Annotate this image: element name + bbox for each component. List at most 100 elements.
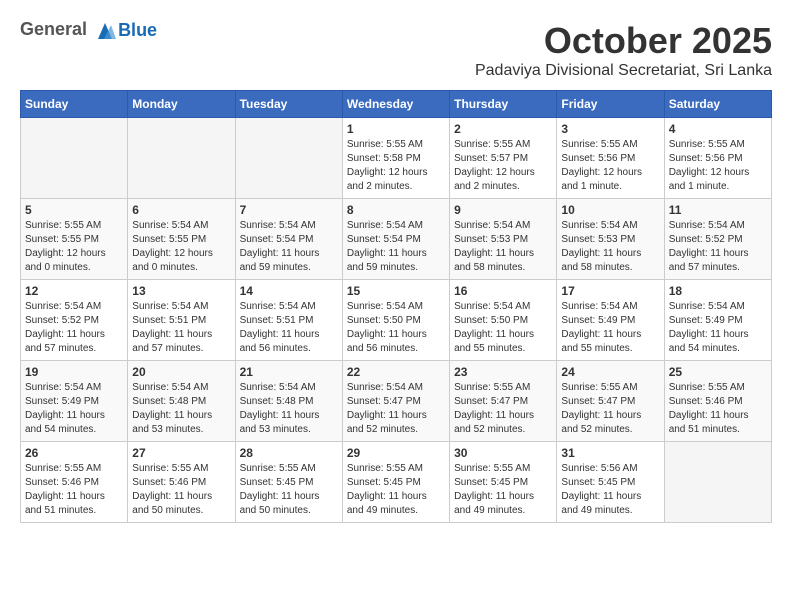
day-number: 17 — [561, 284, 659, 298]
day-number: 2 — [454, 122, 552, 136]
day-info: Sunrise: 5:54 AM Sunset: 5:52 PM Dayligh… — [669, 219, 767, 275]
day-number: 31 — [561, 446, 659, 460]
calendar-cell: 3 Sunrise: 5:55 AM Sunset: 5:56 PM Daylig… — [557, 118, 664, 199]
calendar-cell: 25 Sunrise: 5:55 AM Sunset: 5:46 PM Dayli… — [664, 361, 771, 442]
title-block: October 2025 Padaviya Divisional Secreta… — [475, 20, 772, 80]
day-info: Sunrise: 5:54 AM Sunset: 5:53 PM Dayligh… — [454, 219, 552, 275]
weekday-header: Friday — [557, 91, 664, 118]
calendar-cell — [664, 442, 771, 523]
calendar-header-row: SundayMondayTuesdayWednesdayThursdayFrid… — [21, 91, 772, 118]
calendar-cell: 28 Sunrise: 5:55 AM Sunset: 5:45 PM Dayli… — [235, 442, 342, 523]
logo-general: General — [20, 19, 87, 39]
calendar-week-row: 19 Sunrise: 5:54 AM Sunset: 5:49 PM Dayli… — [21, 361, 772, 442]
calendar-cell: 19 Sunrise: 5:54 AM Sunset: 5:49 PM Dayli… — [21, 361, 128, 442]
calendar-cell: 20Sunrise: 5:54 AM Sunset: 5:48 PM Dayli… — [128, 361, 235, 442]
weekday-header: Saturday — [664, 91, 771, 118]
day-info: Sunrise: 5:54 AM Sunset: 5:49 PM Dayligh… — [561, 300, 659, 356]
day-info: Sunrise: 5:55 AM Sunset: 5:45 PM Dayligh… — [347, 462, 445, 518]
day-number: 22 — [347, 365, 445, 379]
day-number: 10 — [561, 203, 659, 217]
day-number: 20 — [132, 365, 230, 379]
calendar-cell: 23Sunrise: 5:55 AM Sunset: 5:47 PM Dayli… — [450, 361, 557, 442]
day-number: 11 — [669, 203, 767, 217]
weekday-header: Tuesday — [235, 91, 342, 118]
day-number: 3 — [561, 122, 659, 136]
day-info: Sunrise: 5:56 AM Sunset: 5:45 PM Dayligh… — [561, 462, 659, 518]
day-info: Sunrise: 5:55 AM Sunset: 5:47 PM Dayligh… — [561, 381, 659, 437]
calendar-table: SundayMondayTuesdayWednesdayThursdayFrid… — [20, 90, 772, 523]
day-number: 28 — [240, 446, 338, 460]
day-info: Sunrise: 5:54 AM Sunset: 5:51 PM Dayligh… — [132, 300, 230, 356]
calendar-cell: 8 Sunrise: 5:54 AM Sunset: 5:54 PM Daylig… — [342, 199, 449, 280]
day-number: 29 — [347, 446, 445, 460]
calendar-week-row: 26 Sunrise: 5:55 AM Sunset: 5:46 PM Dayli… — [21, 442, 772, 523]
calendar-cell: 6Sunrise: 5:54 AM Sunset: 5:55 PM Daylig… — [128, 199, 235, 280]
day-number: 30 — [454, 446, 552, 460]
day-info: Sunrise: 5:55 AM Sunset: 5:56 PM Dayligh… — [669, 138, 767, 194]
day-info: Sunrise: 5:55 AM Sunset: 5:45 PM Dayligh… — [454, 462, 552, 518]
day-number: 7 — [240, 203, 338, 217]
calendar-cell: 12 Sunrise: 5:54 AM Sunset: 5:52 PM Dayli… — [21, 280, 128, 361]
calendar-cell: 17 Sunrise: 5:54 AM Sunset: 5:49 PM Dayli… — [557, 280, 664, 361]
weekday-header: Sunday — [21, 91, 128, 118]
calendar-cell: 10 Sunrise: 5:54 AM Sunset: 5:53 PM Dayli… — [557, 199, 664, 280]
logo: General Blue — [20, 20, 157, 41]
calendar-cell: 15Sunrise: 5:54 AM Sunset: 5:50 PM Dayli… — [342, 280, 449, 361]
calendar-cell: 2 Sunrise: 5:55 AM Sunset: 5:57 PM Daylig… — [450, 118, 557, 199]
calendar-cell: 18 Sunrise: 5:54 AM Sunset: 5:49 PM Dayli… — [664, 280, 771, 361]
day-info: Sunrise: 5:55 AM Sunset: 5:46 PM Dayligh… — [132, 462, 230, 518]
calendar-cell: 22Sunrise: 5:54 AM Sunset: 5:47 PM Dayli… — [342, 361, 449, 442]
day-number: 21 — [240, 365, 338, 379]
day-info: Sunrise: 5:55 AM Sunset: 5:57 PM Dayligh… — [454, 138, 552, 194]
calendar-week-row: 12 Sunrise: 5:54 AM Sunset: 5:52 PM Dayli… — [21, 280, 772, 361]
calendar-cell: 30 Sunrise: 5:55 AM Sunset: 5:45 PM Dayli… — [450, 442, 557, 523]
day-info: Sunrise: 5:54 AM Sunset: 5:52 PM Dayligh… — [25, 300, 123, 356]
weekday-header: Thursday — [450, 91, 557, 118]
calendar-cell — [21, 118, 128, 199]
logo-icon — [94, 21, 116, 41]
day-info: Sunrise: 5:54 AM Sunset: 5:54 PM Dayligh… — [240, 219, 338, 275]
calendar-cell: 29 Sunrise: 5:55 AM Sunset: 5:45 PM Dayli… — [342, 442, 449, 523]
day-info: Sunrise: 5:55 AM Sunset: 5:46 PM Dayligh… — [25, 462, 123, 518]
day-number: 15 — [347, 284, 445, 298]
month-title: October 2025 — [475, 20, 772, 62]
logo-blue: Blue — [118, 20, 157, 41]
calendar-cell: 1Sunrise: 5:55 AM Sunset: 5:58 PM Daylig… — [342, 118, 449, 199]
calendar-cell: 11 Sunrise: 5:54 AM Sunset: 5:52 PM Dayli… — [664, 199, 771, 280]
calendar-cell: 31 Sunrise: 5:56 AM Sunset: 5:45 PM Dayli… — [557, 442, 664, 523]
day-info: Sunrise: 5:55 AM Sunset: 5:46 PM Dayligh… — [669, 381, 767, 437]
day-info: Sunrise: 5:54 AM Sunset: 5:51 PM Dayligh… — [240, 300, 338, 356]
calendar-cell: 13Sunrise: 5:54 AM Sunset: 5:51 PM Dayli… — [128, 280, 235, 361]
day-number: 16 — [454, 284, 552, 298]
day-number: 5 — [25, 203, 123, 217]
day-info: Sunrise: 5:54 AM Sunset: 5:48 PM Dayligh… — [240, 381, 338, 437]
calendar-cell: 26 Sunrise: 5:55 AM Sunset: 5:46 PM Dayli… — [21, 442, 128, 523]
day-number: 12 — [25, 284, 123, 298]
day-info: Sunrise: 5:55 AM Sunset: 5:56 PM Dayligh… — [561, 138, 659, 194]
calendar-cell: 7 Sunrise: 5:54 AM Sunset: 5:54 PM Daylig… — [235, 199, 342, 280]
day-info: Sunrise: 5:54 AM Sunset: 5:54 PM Dayligh… — [347, 219, 445, 275]
day-info: Sunrise: 5:54 AM Sunset: 5:49 PM Dayligh… — [25, 381, 123, 437]
calendar-cell — [128, 118, 235, 199]
calendar-cell: 24 Sunrise: 5:55 AM Sunset: 5:47 PM Dayli… — [557, 361, 664, 442]
day-number: 24 — [561, 365, 659, 379]
calendar-cell — [235, 118, 342, 199]
day-info: Sunrise: 5:55 AM Sunset: 5:58 PM Dayligh… — [347, 138, 445, 194]
day-info: Sunrise: 5:54 AM Sunset: 5:53 PM Dayligh… — [561, 219, 659, 275]
day-number: 27 — [132, 446, 230, 460]
day-number: 25 — [669, 365, 767, 379]
calendar-week-row: 5 Sunrise: 5:55 AM Sunset: 5:55 PM Daylig… — [21, 199, 772, 280]
day-number: 18 — [669, 284, 767, 298]
day-info: Sunrise: 5:54 AM Sunset: 5:50 PM Dayligh… — [454, 300, 552, 356]
calendar-cell: 9 Sunrise: 5:54 AM Sunset: 5:53 PM Daylig… — [450, 199, 557, 280]
day-number: 26 — [25, 446, 123, 460]
day-number: 19 — [25, 365, 123, 379]
location-title: Padaviya Divisional Secretariat, Sri Lan… — [475, 62, 772, 80]
day-info: Sunrise: 5:55 AM Sunset: 5:47 PM Dayligh… — [454, 381, 552, 437]
day-info: Sunrise: 5:55 AM Sunset: 5:55 PM Dayligh… — [25, 219, 123, 275]
day-number: 8 — [347, 203, 445, 217]
calendar-body: 1Sunrise: 5:55 AM Sunset: 5:58 PM Daylig… — [21, 118, 772, 523]
day-number: 9 — [454, 203, 552, 217]
day-info: Sunrise: 5:55 AM Sunset: 5:45 PM Dayligh… — [240, 462, 338, 518]
day-info: Sunrise: 5:54 AM Sunset: 5:49 PM Dayligh… — [669, 300, 767, 356]
